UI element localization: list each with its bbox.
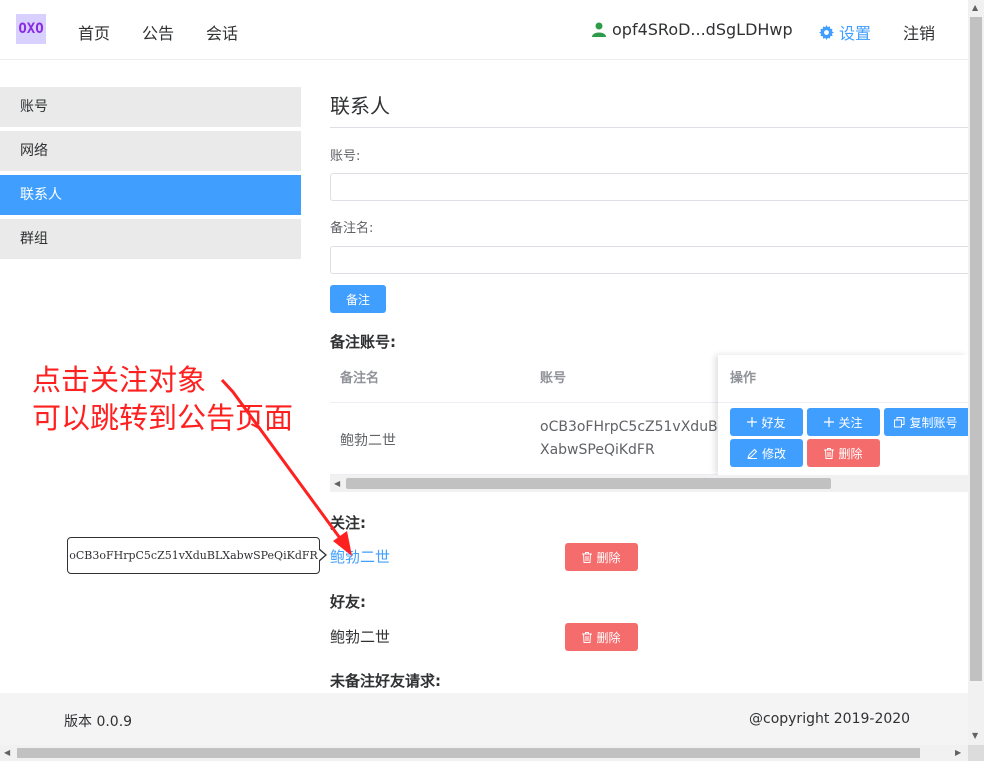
actions-header-divider [718,402,968,403]
scroll-left-icon[interactable]: ◀ [334,479,340,488]
delete-contact-button[interactable]: 删除 [807,439,880,467]
account-input[interactable] [330,173,980,201]
user-icon [592,22,606,37]
annotation-line1: 点击关注对象 [32,363,207,397]
column-header-remark: 备注名 [340,371,380,386]
title-divider [330,127,968,128]
horizontal-scrollbar[interactable]: ◀ ▶ [0,745,968,761]
settings-label: 设置 [839,24,872,43]
add-friend-button[interactable]: 好友 [730,408,803,436]
page-title: 联系人 [330,94,390,118]
scrollbar-corner [968,745,984,761]
add-friend-label: 好友 [761,415,786,430]
vertical-scroll-thumb[interactable] [970,17,982,681]
edit-icon [747,448,758,459]
sidebar-item-account[interactable]: 账号 [0,87,301,127]
copy-account-button[interactable]: 复制账号 [884,408,968,436]
trash-icon [582,631,593,643]
column-header-actions: 操作 [730,371,757,386]
account-tooltip: oCB3oFHrpC5cZ51vXduBLXabwSPeQiKdFR [67,537,320,574]
remark-button[interactable]: 备注 [330,285,386,313]
plus-icon [824,417,835,427]
user-menu[interactable]: opf4SRoD...dSgLDHwp [592,20,793,39]
user-name: opf4SRoD...dSgLDHwp [612,20,793,39]
plus-icon [747,417,758,427]
copy-icon [894,416,905,427]
tooltip-arrow-inner [318,549,325,561]
delete-friend-label: 删除 [596,630,621,645]
page-footer: 版本 0.0.9 @copyright 2019-2020 [0,693,968,745]
settings-link[interactable]: 设置 [819,20,871,44]
row-account-line1: oCB3oFHrpC5cZ51vXduBL [540,419,726,435]
scroll-down-icon[interactable]: ▼ [972,731,978,740]
logout-link[interactable]: 注销 [903,20,935,44]
follow-label: 关注 [838,415,863,430]
follow-button[interactable]: 关注 [807,408,880,436]
gear-icon [819,24,834,40]
nav-announcements[interactable]: 公告 [142,20,174,44]
copyright-text: @copyright 2019-2020 [749,711,911,727]
scroll-up-icon[interactable]: ▲ [972,3,978,12]
edit-label: 修改 [761,446,786,461]
follow-contact-link[interactable]: 鲍勃二世 [330,546,390,567]
horizontal-scroll-thumb[interactable] [17,748,920,758]
delete-friend-button[interactable]: 删除 [565,623,638,651]
sidebar-item-groups[interactable]: 群组 [0,219,301,259]
scroll-right-icon[interactable]: ▶ [955,748,961,757]
vertical-scrollbar[interactable]: ▲ ▼ [968,0,984,745]
table-horizontal-scrollbar[interactable]: ◀ [330,475,968,492]
version-text: 版本 0.0.9 [64,714,133,730]
actions-fixed-column: 操作 好友 关注 复制账号 修改 删除 [718,355,968,475]
copy-account-label: 复制账号 [909,415,958,430]
friend-name: 鲍勃二世 [330,628,391,646]
trash-icon [582,551,593,563]
annotation-line2: 可以跳转到公告页面 [32,401,294,435]
row-remark-name: 鲍勃二世 [340,433,396,449]
delete-follow-label: 删除 [596,550,621,565]
remark-label: 备注名: [330,221,374,236]
app-logo[interactable]: OXO [16,14,46,44]
scroll-left-icon[interactable]: ◀ [4,748,10,757]
row-account-line2: XabwSPeQiKdFR [540,442,655,458]
edit-button[interactable]: 修改 [730,439,803,467]
remarked-accounts-title: 备注账号: [330,333,396,351]
sidebar-item-network[interactable]: 网络 [0,131,301,171]
table-scroll-thumb[interactable] [346,478,831,489]
account-label: 账号: [330,149,361,164]
friends-section-title: 好友: [330,593,366,611]
nav-home[interactable]: 首页 [78,20,110,44]
pending-requests-title: 未备注好友请求: [330,672,441,690]
delete-contact-label: 删除 [838,446,863,461]
top-header: OXO 首页 公告 会话 opf4SRoD...dSgLDHwp 设置 注销 [0,0,968,60]
nav-sessions[interactable]: 会话 [206,20,238,44]
column-header-account: 账号 [540,371,567,386]
follow-section-title: 关注: [330,514,366,532]
delete-follow-button[interactable]: 删除 [565,543,638,571]
sidebar-item-contacts[interactable]: 联系人 [0,175,301,215]
remark-input[interactable] [330,246,980,274]
trash-icon [824,447,835,459]
